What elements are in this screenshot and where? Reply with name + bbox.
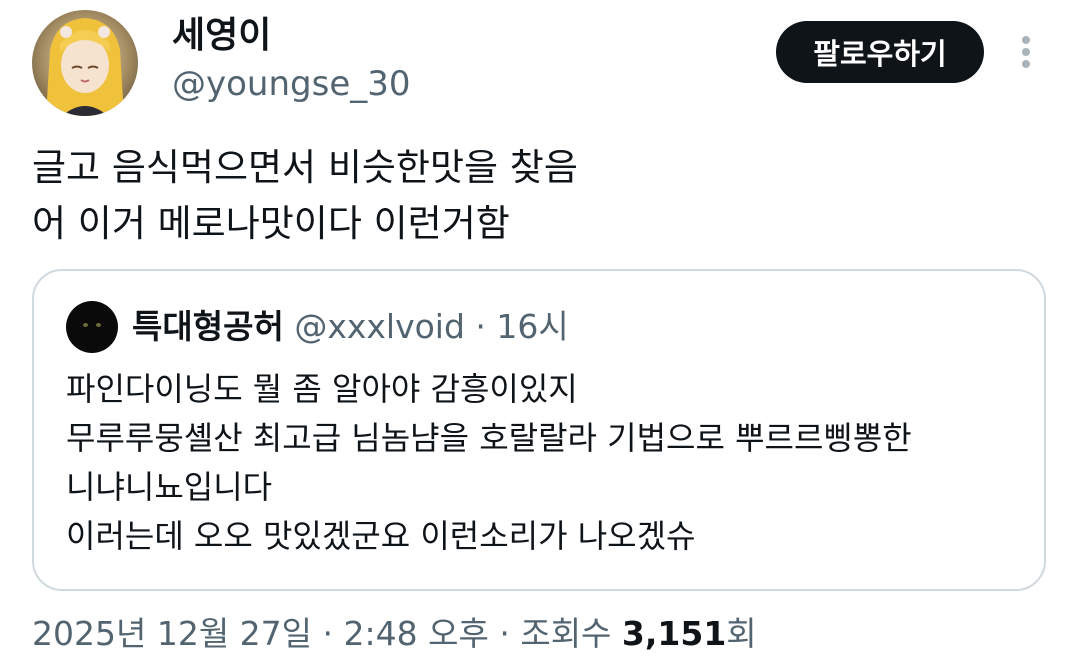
tweet-time[interactable]: 2:48 오후: [344, 614, 489, 653]
quoted-author-name[interactable]: 특대형공허: [132, 307, 284, 346]
separator-dot: ·: [312, 614, 344, 653]
author-handle[interactable]: @youngse_30: [172, 64, 411, 104]
tweet-text: 글고 음식먹으면서 비슷한맛을 찾음 어 이거 메로나맛이다 이런거함: [32, 140, 578, 252]
separator-dot: ·: [488, 614, 521, 653]
quoted-author-avatar[interactable]: [66, 301, 118, 353]
quoted-text-line: 파인다이닝도 뭘 좀 알아야 감흥이있지: [66, 370, 578, 408]
separator-dot: ·: [475, 307, 486, 346]
quoted-tweet-header: 특대형공허 @xxxlvoid · 16시: [132, 305, 569, 349]
more-options-icon[interactable]: [1012, 30, 1042, 74]
tweet-date[interactable]: 2025년 12월 27일: [32, 614, 312, 653]
author-display-name[interactable]: 세영이: [172, 14, 271, 58]
tweet-text-line: 어 이거 메로나맛이다 이런거함: [32, 202, 510, 245]
quoted-text-line: 무루루뭉셸산 최고급 님놈냠을 호랄랄라 기법으로 뿌르르삥뽕한: [66, 419, 912, 457]
quoted-text-line: 이러는데 오오 맛있겠군요 이런소리가 나오겠슈: [66, 517, 696, 555]
tweet-text-line: 글고 음식먹으면서 비슷한맛을 찾음: [32, 146, 578, 189]
quoted-tweet-text: 파인다이닝도 뭘 좀 알아야 감흥이있지 무루루뭉셸산 최고급 님놈냠을 호랄랄…: [66, 365, 912, 561]
quoted-text-line: 니냐니뇨입니다: [66, 468, 273, 506]
quoted-tweet-time[interactable]: 16시: [496, 307, 568, 346]
quoted-author-handle[interactable]: @xxxlvoid: [294, 307, 465, 346]
tweet-meta: 2025년 12월 27일 · 2:48 오후 · 조회수 3,151회: [32, 612, 757, 656]
avatar-image: [46, 18, 124, 116]
quoted-tweet[interactable]: 특대형공허 @xxxlvoid · 16시 파인다이닝도 뭘 좀 알아야 감흥이…: [32, 269, 1046, 591]
views-count: 3,151: [621, 614, 727, 653]
views-label: 조회수: [520, 614, 622, 653]
follow-button[interactable]: 팔로우하기: [776, 21, 984, 83]
views-suffix: 회: [726, 614, 757, 653]
author-avatar[interactable]: [32, 10, 138, 116]
